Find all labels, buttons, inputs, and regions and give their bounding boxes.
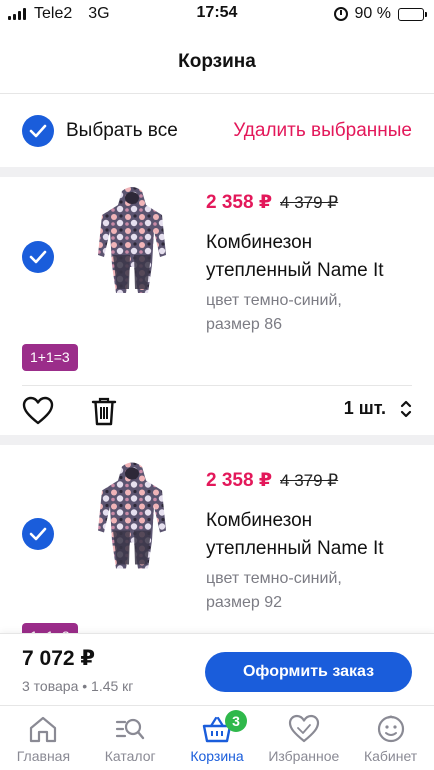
- checkmark-icon: [29, 124, 47, 138]
- tab-catalog[interactable]: Каталог: [87, 706, 174, 770]
- bottom-tab-bar: Главная Каталог 3 Корзина Избранное Каби…: [0, 705, 434, 770]
- tab-home[interactable]: Главная: [0, 706, 87, 770]
- checkmark-icon: [29, 527, 47, 541]
- alarm-icon: [333, 7, 348, 21]
- current-price: 2 358 ₽: [206, 470, 273, 491]
- snowsuit-image[interactable]: [82, 185, 182, 305]
- product-options: цвет темно-синий, размер 92: [206, 567, 420, 615]
- page-title: Корзина: [178, 50, 256, 72]
- price-row: 2 358 ₽ 4 379 ₽: [206, 469, 338, 492]
- old-price: 4 379 ₽: [280, 471, 339, 490]
- tab-label: Главная: [16, 748, 71, 764]
- product-size: размер 92: [206, 594, 282, 611]
- promo-badge[interactable]: 1+1=3: [22, 344, 78, 371]
- tab-label: Каталог: [104, 748, 156, 764]
- product-options: цвет темно-синий, размер 86: [206, 289, 420, 337]
- order-details: 3 товара • 1.45 кг: [22, 678, 134, 694]
- old-price: 4 379 ₽: [280, 193, 339, 212]
- status-right: 90 %: [333, 5, 427, 23]
- home-icon: [30, 716, 57, 743]
- select-all-checkbox[interactable]: [22, 115, 54, 147]
- cart-count-badge: 3: [224, 710, 247, 732]
- checkmark-icon: [29, 250, 47, 264]
- chevron-up-down-icon: [400, 400, 412, 417]
- tab-cart[interactable]: 3 Корзина: [174, 706, 261, 770]
- item-checkbox[interactable]: [22, 241, 54, 273]
- price-row: 2 358 ₽ 4 379 ₽: [206, 191, 338, 214]
- checkout-button[interactable]: Оформить заказ: [205, 652, 412, 692]
- tab-label: Избранное: [268, 748, 340, 764]
- page-header: Корзина: [0, 30, 434, 94]
- product-photo: [98, 187, 166, 293]
- profile-icon: [377, 715, 404, 743]
- promo-badge[interactable]: 1+1=3: [22, 623, 78, 633]
- trash-icon[interactable]: [90, 395, 118, 427]
- battery-percent: 90 %: [354, 5, 391, 22]
- product-title[interactable]: Комбинезон утепленный Name It: [206, 507, 420, 563]
- product-color: цвет темно-синий,: [206, 570, 342, 587]
- product-title[interactable]: Комбинезон утепленный Name It: [206, 229, 420, 285]
- tab-label: Корзина: [190, 748, 244, 764]
- quantity-value: 1 шт.: [343, 398, 386, 418]
- select-all-row: Выбрать все Удалить выбранные: [0, 95, 434, 167]
- catalog-search-icon: [116, 718, 145, 740]
- battery-icon: [398, 7, 427, 21]
- order-total: 7 072 ₽: [22, 647, 95, 670]
- cart-item: 2 358 ₽ 4 379 ₽ Комбинезон утепленный Na…: [0, 445, 434, 633]
- current-price: 2 358 ₽: [206, 192, 273, 213]
- heart-icon: [288, 714, 319, 743]
- status-bar: Tele2 3G 17:54 90 %: [0, 0, 434, 30]
- section-divider: [0, 435, 434, 445]
- tab-profile[interactable]: Кабинет: [347, 706, 434, 770]
- tab-favorites[interactable]: Избранное: [260, 706, 347, 770]
- item-checkbox[interactable]: [22, 518, 54, 550]
- tab-label: Кабинет: [363, 748, 418, 764]
- product-color: цвет темно-синий,: [206, 292, 342, 309]
- section-divider: [0, 167, 434, 177]
- delete-selected-button[interactable]: Удалить выбранные: [233, 120, 412, 142]
- cart-item: 2 358 ₽ 4 379 ₽ Комбинезон утепленный Na…: [0, 177, 434, 435]
- item-actions: 1 шт.: [0, 386, 434, 436]
- select-all-label[interactable]: Выбрать все: [66, 120, 178, 142]
- snowsuit-image[interactable]: [82, 453, 182, 588]
- quantity-selector[interactable]: 1 шт.: [344, 398, 412, 419]
- cart-screen: Tele2 3G 17:54 90 % Корзина Выбрать все …: [0, 0, 434, 770]
- favorite-heart-icon[interactable]: [22, 396, 54, 426]
- order-summary-bar: 7 072 ₽ 3 товара • 1.45 кг Оформить зака…: [0, 633, 434, 705]
- product-size: размер 86: [206, 316, 282, 333]
- product-photo: [98, 462, 166, 569]
